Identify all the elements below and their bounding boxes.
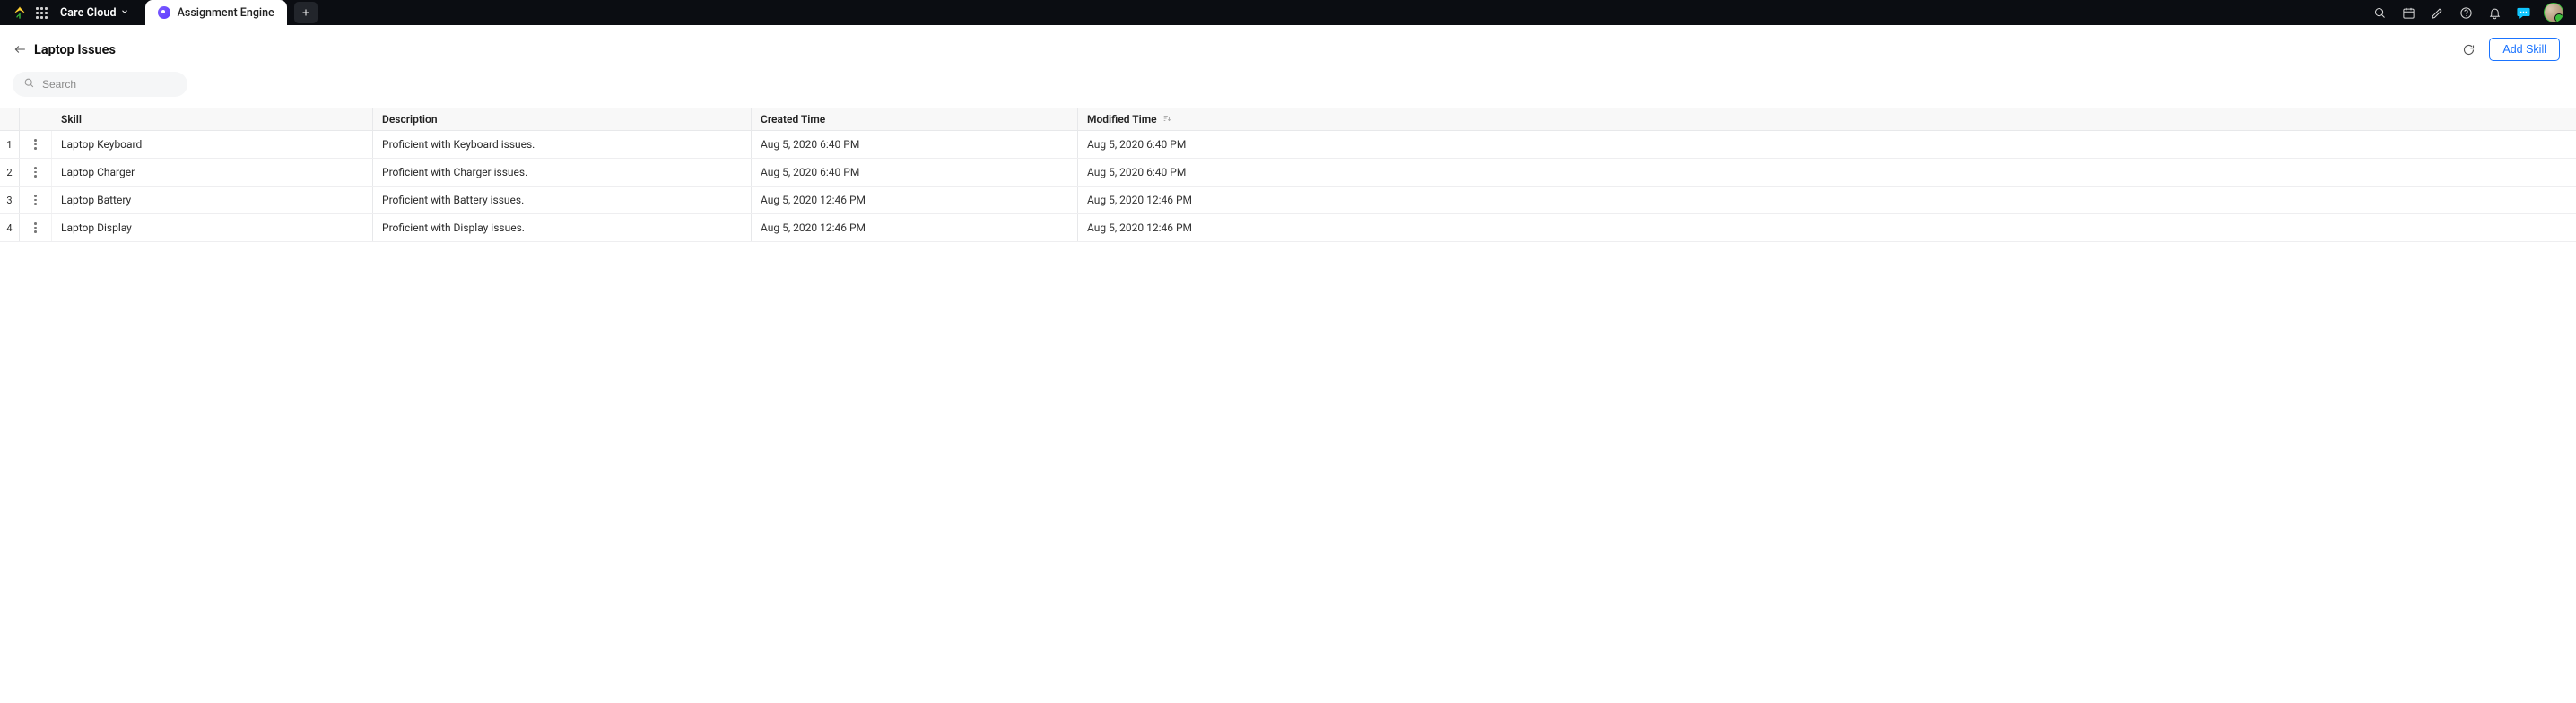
- row-index: 3: [0, 187, 20, 213]
- cell-description: Proficient with Charger issues.: [373, 159, 752, 186]
- search-row: [0, 70, 2576, 108]
- table-row[interactable]: 3 Laptop BatteryProficient with Battery i…: [0, 187, 2576, 214]
- row-index: 1: [0, 131, 20, 158]
- cell-skill: Laptop Charger: [52, 159, 373, 186]
- chevron-down-icon: [120, 6, 129, 20]
- page-title: Laptop Issues: [34, 42, 116, 57]
- apps-launcher-icon[interactable]: [36, 7, 48, 19]
- cell-modified-time: Aug 5, 2020 12:46 PM: [1078, 214, 2576, 241]
- cell-skill: Laptop Keyboard: [52, 131, 373, 158]
- row-menu-cell: [20, 214, 52, 241]
- header-created-time[interactable]: Created Time: [752, 108, 1078, 130]
- help-icon[interactable]: [2458, 4, 2474, 21]
- header-index: [0, 108, 20, 130]
- calendar-icon[interactable]: [2400, 4, 2416, 21]
- cell-modified-time: Aug 5, 2020 6:40 PM: [1078, 131, 2576, 158]
- tab-label: Assignment Engine: [178, 6, 274, 20]
- search-box[interactable]: [13, 72, 187, 97]
- topbar-left: Care Cloud Assignment Engine: [13, 0, 318, 25]
- page-header: Laptop Issues Add Skill: [0, 25, 2576, 70]
- table-header-row: Skill Description Created Time Modified …: [0, 108, 2576, 131]
- cell-skill: Laptop Display: [52, 214, 373, 241]
- workspace-name-label: Care Cloud: [60, 6, 117, 20]
- table-row[interactable]: 2 Laptop ChargerProficient with Charger i…: [0, 159, 2576, 187]
- tab-strip: Assignment Engine: [145, 0, 318, 25]
- topbar-right: [2371, 3, 2563, 22]
- header-row-menu: [20, 108, 52, 130]
- row-index: 4: [0, 214, 20, 241]
- row-actions-menu-icon[interactable]: [20, 159, 51, 186]
- topbar: Care Cloud Assignment Engine: [0, 0, 2576, 25]
- user-avatar[interactable]: [2544, 3, 2563, 22]
- header-skill-label: Skill: [61, 113, 82, 126]
- row-menu-cell: [20, 131, 52, 158]
- row-actions-menu-icon[interactable]: [20, 187, 51, 213]
- cell-created-time: Aug 5, 2020 6:40 PM: [752, 131, 1078, 158]
- workspace-switcher[interactable]: Care Cloud: [60, 6, 129, 20]
- add-skill-button[interactable]: Add Skill: [2489, 38, 2560, 61]
- back-button[interactable]: [11, 40, 29, 58]
- add-tab-button[interactable]: [294, 2, 318, 23]
- header-created-label: Created Time: [761, 113, 825, 126]
- sort-descending-icon: [1162, 113, 1171, 126]
- search-icon: [23, 77, 35, 92]
- brand-logo-icon[interactable]: [13, 5, 27, 20]
- cell-created-time: Aug 5, 2020 12:46 PM: [752, 187, 1078, 213]
- search-icon[interactable]: [2371, 4, 2388, 21]
- cell-description: Proficient with Display issues.: [373, 214, 752, 241]
- notifications-bell-icon[interactable]: [2486, 4, 2502, 21]
- header-skill[interactable]: Skill: [52, 108, 373, 130]
- chat-icon[interactable]: [2515, 4, 2531, 21]
- table-body: 1 Laptop KeyboardProficient with Keyboard…: [0, 131, 2576, 242]
- row-menu-cell: [20, 159, 52, 186]
- header-modified-label: Modified Time: [1087, 113, 1157, 126]
- refresh-button[interactable]: [2459, 39, 2478, 59]
- cell-created-time: Aug 5, 2020 6:40 PM: [752, 159, 1078, 186]
- row-actions-menu-icon[interactable]: [20, 131, 51, 158]
- cell-modified-time: Aug 5, 2020 12:46 PM: [1078, 187, 2576, 213]
- table-row[interactable]: 1 Laptop KeyboardProficient with Keyboard…: [0, 131, 2576, 159]
- cell-modified-time: Aug 5, 2020 6:40 PM: [1078, 159, 2576, 186]
- row-index: 2: [0, 159, 20, 186]
- tab-assignment-engine[interactable]: Assignment Engine: [145, 0, 287, 25]
- header-description-label: Description: [382, 113, 438, 126]
- row-menu-cell: [20, 187, 52, 213]
- cell-description: Proficient with Battery issues.: [373, 187, 752, 213]
- cell-skill: Laptop Battery: [52, 187, 373, 213]
- table-row[interactable]: 4 Laptop DisplayProficient with Display i…: [0, 214, 2576, 242]
- edit-pencil-icon[interactable]: [2429, 4, 2445, 21]
- header-modified-time[interactable]: Modified Time: [1078, 108, 2576, 130]
- row-actions-menu-icon[interactable]: [20, 214, 51, 241]
- assignment-engine-icon: [158, 6, 170, 19]
- search-input[interactable]: [42, 78, 181, 91]
- cell-description: Proficient with Keyboard issues.: [373, 131, 752, 158]
- cell-created-time: Aug 5, 2020 12:46 PM: [752, 214, 1078, 241]
- skills-table: Skill Description Created Time Modified …: [0, 108, 2576, 242]
- header-description[interactable]: Description: [373, 108, 752, 130]
